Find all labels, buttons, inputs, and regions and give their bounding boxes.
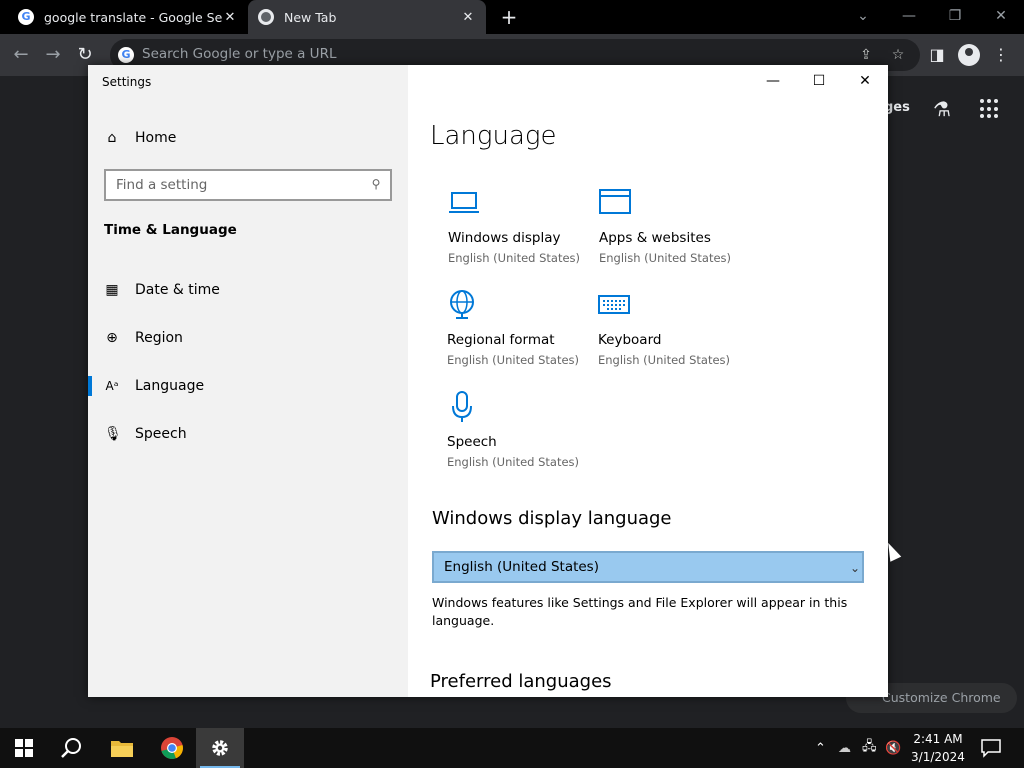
chrome-menu-icon[interactable]: ⋮	[990, 44, 1012, 66]
settings-content: — ☐ ✕ Language Windows display English (…	[408, 65, 888, 697]
file-explorer-button[interactable]	[98, 728, 146, 768]
tile-label: Regional format	[447, 332, 555, 348]
nav-item-region[interactable]: ⊕ Region	[88, 318, 408, 358]
nav-item-language[interactable]: Aᵃ Language	[88, 366, 408, 406]
display-language-heading: Windows display language	[432, 508, 672, 529]
bookmark-star-icon[interactable]: ☆	[888, 45, 908, 65]
tile-speech[interactable]: Speech English (United States)	[447, 391, 597, 483]
network-icon[interactable]: 🖧	[862, 728, 880, 768]
settings-sidebar: Settings ⌂ Home ⚲ Time & Language ▦ Date…	[88, 65, 408, 697]
globe-icon: ⊕	[106, 330, 118, 346]
nav-item-label: Language	[135, 378, 205, 394]
share-icon[interactable]: ⇪	[856, 45, 876, 65]
back-icon[interactable]: ←	[10, 44, 32, 66]
taskbar: ⌃ ☁ 🖧 🔇 2:41 AM 3/1/2024	[0, 728, 1024, 768]
nav-item-label: Region	[135, 330, 183, 346]
nav-item-label: Date & time	[135, 282, 220, 298]
microphone-icon	[452, 391, 472, 422]
tile-sub: English (United States)	[598, 353, 731, 367]
tile-label: Apps & websites	[599, 230, 711, 246]
windows-logo-icon	[15, 739, 33, 757]
chrome-logo-icon	[161, 737, 183, 760]
tile-windows-display[interactable]: Windows display English (United States)	[448, 187, 598, 279]
side-panel-icon[interactable]: ◨	[926, 44, 948, 66]
tile-label: Speech	[447, 434, 497, 450]
window-title: Settings	[102, 75, 152, 89]
chrome-taskbar-button[interactable]	[148, 728, 196, 768]
restore-icon[interactable]: ❐	[932, 0, 978, 34]
google-icon: G	[118, 47, 134, 63]
google-favicon-icon: G	[18, 9, 34, 25]
settings-taskbar-button[interactable]	[196, 728, 244, 768]
microphone-icon: 🎙	[104, 426, 122, 442]
calendar-clock-icon: ▦	[105, 282, 119, 298]
display-language-value: English (United States)	[444, 559, 599, 575]
search-icon[interactable]: ⚲	[368, 176, 384, 192]
close-tab-icon[interactable]: ✕	[222, 10, 238, 25]
nav-item-date-time[interactable]: ▦ Date & time	[88, 270, 408, 310]
notification-icon[interactable]	[980, 738, 1002, 758]
tab-strip: G google translate - Google Search ✕ New…	[0, 0, 1024, 34]
folder-icon	[111, 741, 133, 757]
close-icon[interactable]: ✕	[842, 65, 888, 97]
window-icon	[599, 189, 631, 214]
globe-icon	[450, 290, 474, 319]
section-heading: Time & Language	[104, 222, 237, 238]
minimize-icon[interactable]: —	[886, 0, 932, 34]
tile-sub: English (United States)	[448, 251, 581, 265]
tab-search-icon[interactable]: ⌄	[840, 0, 886, 34]
start-button[interactable]	[0, 728, 48, 768]
preferred-languages-heading: Preferred languages	[430, 671, 612, 692]
nav-item-speech[interactable]: 🎙 Speech	[88, 414, 408, 454]
clock-time: 2:41 AM	[913, 732, 963, 746]
nav-item-label: Speech	[135, 426, 187, 442]
reload-icon[interactable]: ↻	[74, 44, 96, 66]
chrome-favicon-icon	[258, 9, 274, 25]
tile-keyboard[interactable]: Keyboard English (United States)	[598, 289, 748, 381]
clock-date: 3/1/2024	[911, 750, 965, 764]
tile-apps-websites[interactable]: Apps & websites English (United States)	[599, 187, 749, 279]
gear-icon	[212, 740, 228, 756]
home-icon: ⌂	[107, 130, 117, 146]
language-icon: Aᵃ	[105, 379, 119, 393]
nav-home[interactable]: ⌂ Home	[104, 127, 177, 149]
tile-label: Windows display	[448, 230, 561, 246]
close-tab-icon[interactable]: ✕	[460, 10, 476, 25]
nav-home-label: Home	[135, 130, 177, 146]
tab-google-translate[interactable]: G google translate - Google Search ✕	[8, 0, 248, 34]
tab-title: New Tab	[284, 9, 337, 25]
show-hidden-icons-icon[interactable]: ⌃	[815, 728, 831, 768]
tab-new-tab[interactable]: New Tab ✕	[248, 0, 486, 34]
google-apps-icon[interactable]	[980, 99, 1000, 119]
profile-avatar-icon[interactable]	[958, 44, 980, 66]
tile-sub: English (United States)	[599, 251, 732, 265]
chevron-down-icon: ⌄	[849, 561, 860, 575]
keyboard-icon	[598, 295, 630, 314]
omnibox-placeholder: Search Google or type a URL	[142, 46, 337, 62]
page-title: Language	[430, 121, 557, 151]
search-button[interactable]	[48, 728, 96, 768]
forward-icon[interactable]: →	[42, 44, 64, 66]
new-tab-button[interactable]: +	[498, 6, 520, 28]
find-setting-input[interactable]	[106, 171, 356, 199]
onedrive-offline-icon[interactable]: ☁	[838, 728, 856, 768]
settings-window: Settings ⌂ Home ⚲ Time & Language ▦ Date…	[88, 65, 888, 697]
tile-regional-format[interactable]: Regional format English (United States)	[447, 289, 597, 381]
display-language-dropdown[interactable]: English (United States) ⌄	[432, 551, 864, 583]
maximize-icon[interactable]: ☐	[796, 65, 842, 97]
close-window-icon[interactable]: ✕	[978, 0, 1024, 34]
laptop-icon	[449, 192, 479, 213]
labs-flask-icon[interactable]: ⚗	[930, 97, 954, 121]
tile-label: Keyboard	[598, 332, 662, 348]
tile-sub: English (United States)	[447, 455, 580, 469]
display-language-description: Windows features like Settings and File …	[432, 595, 848, 628]
tab-title: google translate - Google Search	[44, 9, 222, 25]
minimize-icon[interactable]: —	[750, 65, 796, 97]
tile-sub: English (United States)	[447, 353, 580, 367]
search-icon	[61, 738, 81, 758]
find-setting-search: ⚲	[104, 169, 392, 201]
taskbar-clock[interactable]: 2:41 AM 3/1/2024	[900, 730, 976, 766]
